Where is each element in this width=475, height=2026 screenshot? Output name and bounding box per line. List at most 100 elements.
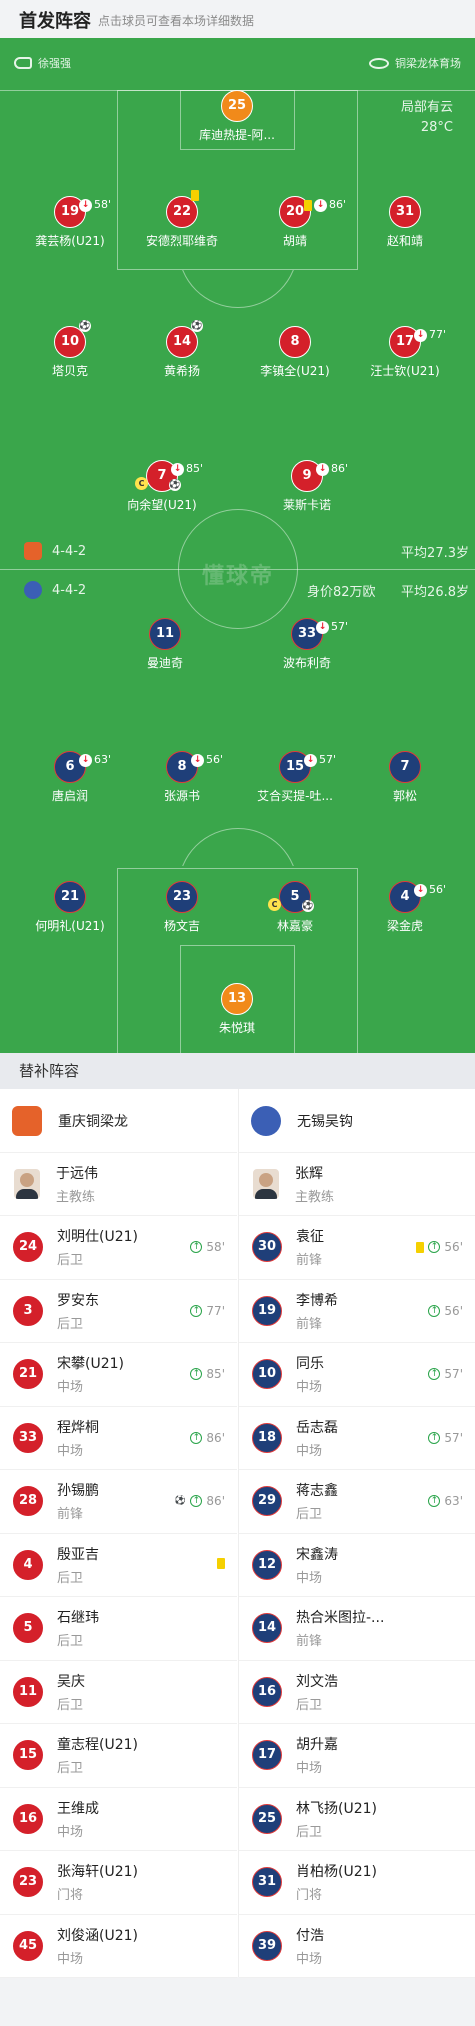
away-team-row[interactable]: 无锡吴钩	[239, 1089, 475, 1153]
player-number-badge: 33	[13, 1422, 43, 1453]
sub-player-position: 前锋	[57, 1507, 84, 1523]
sub-player-name: 蒋志鑫	[296, 1483, 338, 1500]
sub-player-row[interactable]: 31 肖柏杨(U21) 门将	[239, 1851, 475, 1915]
sub-player-row[interactable]: 11 吴庆 后卫	[0, 1661, 237, 1724]
sub-player-name: 程烨桐	[57, 1419, 99, 1436]
home-player[interactable]: 25 库迪热提-阿...	[182, 90, 292, 143]
player-number-badge: 15	[13, 1740, 43, 1771]
sub-player-row[interactable]: 16 刘文浩 后卫	[239, 1661, 475, 1724]
sub-player-row[interactable]: 14 热合米图拉-... 前锋	[239, 1597, 475, 1661]
sub-player-row[interactable]: 10 同乐 中场 ↑ 57'	[239, 1343, 475, 1407]
sub-player-info: 林飞扬(U21) 后卫	[296, 1798, 377, 1840]
sub-player-row[interactable]: 25 林飞扬(U21) 后卫	[239, 1788, 475, 1851]
sub-events: ↑ 85'	[190, 1367, 225, 1381]
sub-minute: 57'	[331, 620, 349, 633]
sub-in-icon: ↑	[428, 1241, 441, 1253]
player-number-badge: 31	[252, 1867, 282, 1898]
away-player[interactable]: 8 ↓ 56' 张源书	[127, 751, 237, 804]
sub-in-icon: ↑	[428, 1431, 441, 1444]
whistle-icon	[14, 57, 32, 69]
goal-ball-icon: ⚽	[302, 900, 314, 912]
sub-player-position: 中场	[296, 1380, 323, 1396]
sub-player-row[interactable]: 5 石继玮 后卫	[0, 1597, 237, 1661]
player-number-badge: 16	[252, 1676, 282, 1707]
player-number-badge: 29	[252, 1486, 282, 1517]
referee-name: 徐强强	[38, 57, 71, 70]
sub-events: ↑ 58'	[190, 1240, 225, 1254]
away-player[interactable]: 23 杨文吉	[127, 881, 237, 934]
sub-player-info: 肖柏杨(U21) 门将	[296, 1861, 377, 1903]
home-player[interactable]: 22 安德烈耶维奇	[127, 190, 237, 249]
away-coach-row[interactable]: 张辉 主教练	[239, 1153, 475, 1216]
venue-name: 铜梁龙体育场	[395, 57, 461, 70]
sub-player-row[interactable]: 3 罗安东 后卫 ↑ 77'	[0, 1280, 237, 1343]
away-player[interactable]: 11 曼迪奇	[110, 618, 220, 671]
home-player[interactable]: 19 ↓ 58' 龚芸杨(U21)	[15, 196, 125, 249]
sub-player-row[interactable]: 19 李博希 前锋 ↑ 56'	[239, 1280, 475, 1343]
player-number-badge: 18	[252, 1422, 282, 1453]
player-number-badge: 45	[13, 1930, 43, 1961]
player-number-badge: 4 ↓ 56'	[389, 881, 446, 913]
away-player[interactable]: 5 C ⚽ 林嘉豪	[240, 881, 350, 934]
home-player[interactable]: 31 赵和靖	[350, 196, 460, 249]
home-player[interactable]: 20 ↓ 86' 胡靖	[240, 196, 350, 249]
player-event-badges: ↓ 56'	[414, 875, 446, 905]
away-player[interactable]: 13 朱悦琪	[182, 983, 292, 1036]
sub-player-position: 门将	[57, 1888, 84, 1904]
substitution-icon: ↓	[171, 462, 184, 476]
sub-player-row[interactable]: 39 付浩 中场	[239, 1915, 475, 1978]
home-player[interactable]: 8 李镇全(U21)	[240, 326, 350, 379]
away-team-logo-icon	[24, 581, 42, 599]
away-subs-list: 30 袁征 前锋 ↑ 56' 19 李博希 前锋 ↑ 56' 10 同乐 中场 ↑ 57' 18 岳志磊 中场 ↑ 5…	[239, 1216, 475, 1978]
sub-player-row[interactable]: 29 蒋志鑫 后卫 ↑ 63'	[239, 1470, 475, 1534]
home-team-row[interactable]: 重庆铜梁龙	[0, 1089, 237, 1153]
home-formation: 4-4-2	[24, 542, 86, 560]
away-player[interactable]: 21 何明礼(U21)	[15, 881, 125, 934]
sub-minute: 86'	[329, 198, 347, 211]
home-coach-row[interactable]: 于远伟 主教练	[0, 1153, 237, 1216]
sub-player-row[interactable]: 45 刘俊涵(U21) 中场	[0, 1915, 237, 1978]
sub-player-row[interactable]: 17 胡升嘉 中场	[239, 1724, 475, 1788]
sub-in-minute: 77'	[206, 1303, 225, 1318]
sub-player-row[interactable]: 15 童志程(U21) 后卫	[0, 1724, 237, 1788]
sub-player-row[interactable]: 4 殷亚吉 后卫	[0, 1534, 237, 1597]
away-player[interactable]: 6 ↓ 63' 唐启润	[15, 751, 125, 804]
away-team-name: 无锡吴钩	[297, 1113, 353, 1130]
sub-player-row[interactable]: 12 宋鑫涛 中场	[239, 1534, 475, 1597]
sub-player-info: 刘明仕(U21) 后卫	[57, 1226, 138, 1268]
sub-player-row[interactable]: 24 刘明仕(U21) 后卫 ↑ 58'	[0, 1216, 237, 1280]
sub-player-name: 李博希	[296, 1292, 338, 1309]
sub-player-row[interactable]: 21 宋攀(U21) 中场 ↑ 85'	[0, 1343, 237, 1407]
sub-minute: 77'	[429, 328, 447, 341]
sub-player-row[interactable]: 23 张海轩(U21) 门将	[0, 1851, 237, 1915]
home-player[interactable]: 7 ↓ 85' C ⚽ 向余望(U21)	[107, 460, 217, 513]
away-player[interactable]: 7 郭松	[350, 751, 460, 804]
goal-ball-icon: ⚽	[169, 479, 181, 491]
sub-player-info: 同乐 中场	[296, 1353, 324, 1395]
sub-player-row[interactable]: 30 袁征 前锋 ↑ 56'	[239, 1216, 475, 1280]
away-player[interactable]: 4 ↓ 56' 梁金虎	[350, 881, 460, 934]
player-number-badge: 11	[13, 1676, 43, 1707]
away-player[interactable]: 15 ↓ 57' 艾合买提-吐...	[240, 751, 350, 804]
player-number-badge: 6 ↓ 63'	[54, 751, 111, 783]
home-player[interactable]: 10 ⚽ 塔贝克	[15, 320, 125, 379]
home-player[interactable]: 17 ↓ 77' 汪士钦(U21)	[350, 326, 460, 379]
away-player[interactable]: 33 ↓ 57' 波布利奇	[252, 618, 362, 671]
substitution-icon: ↓	[191, 753, 204, 767]
sub-player-row[interactable]: 28 孙锡鹏 前锋 ⚽ ↑ 86'	[0, 1470, 237, 1534]
home-player[interactable]: 9 ↓ 86' 莱斯卡诺	[252, 460, 362, 513]
sub-minute: 57'	[319, 753, 337, 766]
sub-player-name: 张海轩(U21)	[57, 1864, 138, 1881]
sub-player-info: 吴庆 后卫	[57, 1671, 85, 1713]
sub-player-name: 童志程(U21)	[57, 1737, 138, 1754]
sub-player-row[interactable]: 33 程烨桐 中场 ↑ 86'	[0, 1407, 237, 1470]
player-name: 黄希扬	[163, 364, 200, 378]
home-player[interactable]: 14 ⚽ 黄希扬	[127, 320, 237, 379]
sub-player-position: 中场	[296, 1761, 323, 1777]
sub-player-name: 刘明仕(U21)	[57, 1229, 138, 1246]
sub-player-row[interactable]: 16 王维成 中场	[0, 1788, 237, 1851]
home-subs-list: 24 刘明仕(U21) 后卫 ↑ 58' 3 罗安东 后卫 ↑ 77' 21 宋攀(U21) 中场 ↑ 85…	[0, 1216, 237, 1978]
sub-player-row[interactable]: 18 岳志磊 中场 ↑ 57'	[239, 1407, 475, 1470]
subs-panel: 重庆铜梁龙 于远伟 主教练 24 刘明仕(U21) 后卫 ↑ 58' 3 罗安东 后卫 ↑ 77' 2…	[0, 1089, 475, 1978]
player-number-badge: 23	[13, 1867, 43, 1898]
